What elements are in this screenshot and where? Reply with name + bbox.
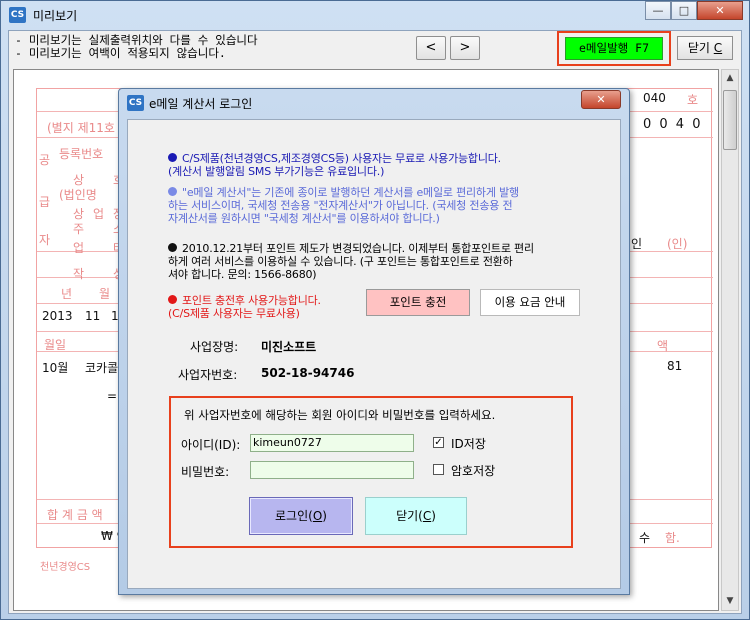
form-year: 2013: [42, 309, 73, 323]
form-month-header: 월: [99, 287, 111, 301]
login-button-label: 로그인(: [275, 509, 313, 523]
login-button[interactable]: 로그인(O): [249, 497, 353, 535]
id-input[interactable]: kimeun0727: [250, 434, 414, 452]
login-prompt: 위 사업자번호에 해당하는 회원 아이디와 비밀번호를 입력하세요.: [184, 408, 496, 422]
close-button[interactable]: 닫기 C: [677, 36, 733, 60]
close-button-key: C: [713, 41, 723, 55]
dialog-close-button-key: C: [422, 509, 432, 523]
biz-no-label: 사업자번호:: [178, 368, 238, 382]
maximize-button[interactable]: □: [671, 1, 697, 20]
form-wol-il: 월일: [44, 338, 67, 352]
notice-points-change: 2010.12.21부터 포인트 제도가 변경되었습니다. 이제부터 통합포인트…: [168, 242, 534, 281]
fee-info-button[interactable]: 이용 요금 안내: [480, 289, 580, 316]
app-icon: CS: [9, 7, 26, 23]
email-highlight-box: e메일발행 F7: [557, 31, 671, 66]
title-bar[interactable]: CS 미리보기 — □ ✕: [1, 1, 749, 29]
bullet-icon: [168, 295, 177, 304]
minimize-button[interactable]: —: [645, 1, 671, 20]
form-top-number: 040: [643, 91, 666, 105]
form-side-ja: 자: [39, 233, 51, 247]
login-form-box: 위 사업자번호에 해당하는 회원 아이디와 비밀번호를 입력하세요. 아이디(I…: [169, 396, 573, 548]
form-right-ham: 함.: [665, 531, 680, 545]
vertical-scrollbar[interactable]: ▲ ▼: [721, 69, 739, 611]
form-right-in: 인: [631, 237, 643, 251]
dialog-title: e메일 계산서 로그인: [149, 97, 253, 111]
notice-points-line1: 2010.12.21부터 포인트 제도가 변경되었습니다. 이제부터 통합포인트…: [182, 242, 534, 255]
form-side-gong: 공: [39, 153, 51, 167]
notice-charge-line2: (C/S제품 사용자는 무료사용): [168, 307, 300, 320]
login-button-end: ): [322, 509, 327, 523]
dialog-close-icon[interactable]: ✕: [581, 90, 621, 109]
form-row-month: 10월: [42, 361, 69, 375]
toolbar: - 미리보기는 실제출력위치와 다를 수 있습니다 - 미리보기는 여백이 적용…: [9, 31, 741, 66]
form-row-item: 코카콜: [85, 361, 119, 375]
dialog-app-icon: CS: [127, 95, 144, 111]
save-pw-label: 암호저장: [451, 464, 496, 478]
form-eop2: 업: [73, 241, 85, 255]
bullet-icon: [168, 153, 177, 162]
form-right-aek: 액: [657, 339, 669, 353]
form-top-unit: 호: [687, 93, 699, 107]
dialog-body: C/S제품(천년경영CS,제조경영CS등) 사용자는 무료로 사용가능합니다. …: [127, 119, 621, 589]
form-year-header: 년: [61, 287, 73, 301]
login-button-key: O: [312, 509, 323, 523]
bullet-icon: [168, 243, 177, 252]
prev-page-button[interactable]: <: [416, 36, 446, 60]
notice-free-line2: (계산서 발행알림 SMS 부가기능은 유료입니다.): [168, 165, 385, 178]
biz-name-value: 미진소프트: [261, 340, 317, 354]
password-input[interactable]: [250, 461, 414, 479]
next-page-button[interactable]: >: [450, 36, 480, 60]
form-total-label: 합 계 금 액: [47, 508, 103, 522]
notice-points-line2: 하게 여러 서비스를 이용하실 수 있습니다. (구 포인트는 통합포인트로 전…: [168, 255, 513, 268]
form-jak: 작: [73, 267, 85, 281]
notice-email-line3: 자계산서를 원하시면 "국세청 계산서"를 이용하셔야 합니다.): [168, 212, 440, 225]
close-button-label: 닫기: [687, 41, 710, 55]
form-right-81: 81: [667, 359, 683, 373]
form-eop: 업: [93, 207, 105, 221]
notice-email-line1: "e메일 계산서"는 기존에 종이로 발행하던 계산서를 e메일로 편리하게 발…: [182, 186, 519, 199]
form-month: 11: [85, 309, 101, 323]
save-pw-checkbox[interactable]: [433, 464, 444, 475]
notice-email-line2: 하는 서비스이며, 국세청 전송용 "전자계산서"가 아닙니다. (국세청 전송…: [168, 199, 513, 212]
dialog-close-button-end: ): [431, 509, 436, 523]
id-label: 아이디(ID):: [181, 438, 241, 452]
point-charge-button[interactable]: 포인트 충전: [366, 289, 470, 316]
email-login-dialog: CS e메일 계산서 로그인 ✕ C/S제품(천년경영CS,제조경영CS등) 사…: [118, 88, 630, 595]
form-right-in-paren: (인): [667, 237, 688, 251]
form-footer: 천년경영CS: [40, 562, 91, 573]
notice-free-line1: C/S제품(천년경영CS,제조경영CS등) 사용자는 무료로 사용가능합니다.: [182, 152, 501, 165]
scroll-thumb[interactable]: [723, 90, 737, 150]
caption-buttons: — □ ✕: [645, 1, 743, 20]
biz-name-label: 사업장명:: [190, 340, 239, 354]
notice-points-line3: 셔야 합니다. 문의: 1566-8680): [168, 268, 317, 281]
email-issue-button[interactable]: e메일발행 F7: [565, 37, 663, 60]
form-right-su: 수: [639, 531, 651, 545]
scroll-down-icon[interactable]: ▼: [722, 593, 738, 610]
form-label: (별지 제11호: [47, 121, 115, 135]
notice-email-invoice: "e메일 계산서"는 기존에 종이로 발행하던 계산서를 e메일로 편리하게 발…: [168, 186, 519, 225]
form-ju: 주: [73, 222, 85, 236]
form-side-geup: 급: [39, 195, 51, 209]
pw-label: 비밀번호:: [181, 465, 230, 479]
close-window-button[interactable]: ✕: [697, 1, 743, 20]
save-id-label: ID저장: [451, 437, 486, 451]
notice-line-2: - 미리보기는 여백이 적용되지 않습니다.: [15, 46, 226, 60]
scroll-up-icon[interactable]: ▲: [722, 70, 738, 87]
notice-free-usage: C/S제품(천년경영CS,제조경영CS등) 사용자는 무료로 사용가능합니다. …: [168, 152, 501, 178]
dialog-close-button-label: 닫기(: [396, 509, 423, 523]
form-reg-no: 등록번호: [59, 147, 104, 161]
biz-no-value: 502-18-94746: [261, 366, 355, 380]
dialog-close-button[interactable]: 닫기(C): [365, 497, 467, 535]
form-corp: (법인명: [59, 188, 97, 202]
notice-charge-required: 포인트 충전후 사용가능합니다. (C/S제품 사용자는 무료사용): [168, 294, 321, 320]
form-digits: 0 0 4 0: [643, 117, 703, 132]
notice-charge-line1: 포인트 충전후 사용가능합니다.: [182, 294, 321, 307]
preview-notice: - 미리보기는 실제출력위치와 다를 수 있습니다 - 미리보기는 여백이 적용…: [15, 34, 258, 60]
window-title: 미리보기: [33, 9, 78, 23]
save-id-checkbox[interactable]: ✓: [433, 437, 444, 448]
bullet-icon: [168, 187, 177, 196]
